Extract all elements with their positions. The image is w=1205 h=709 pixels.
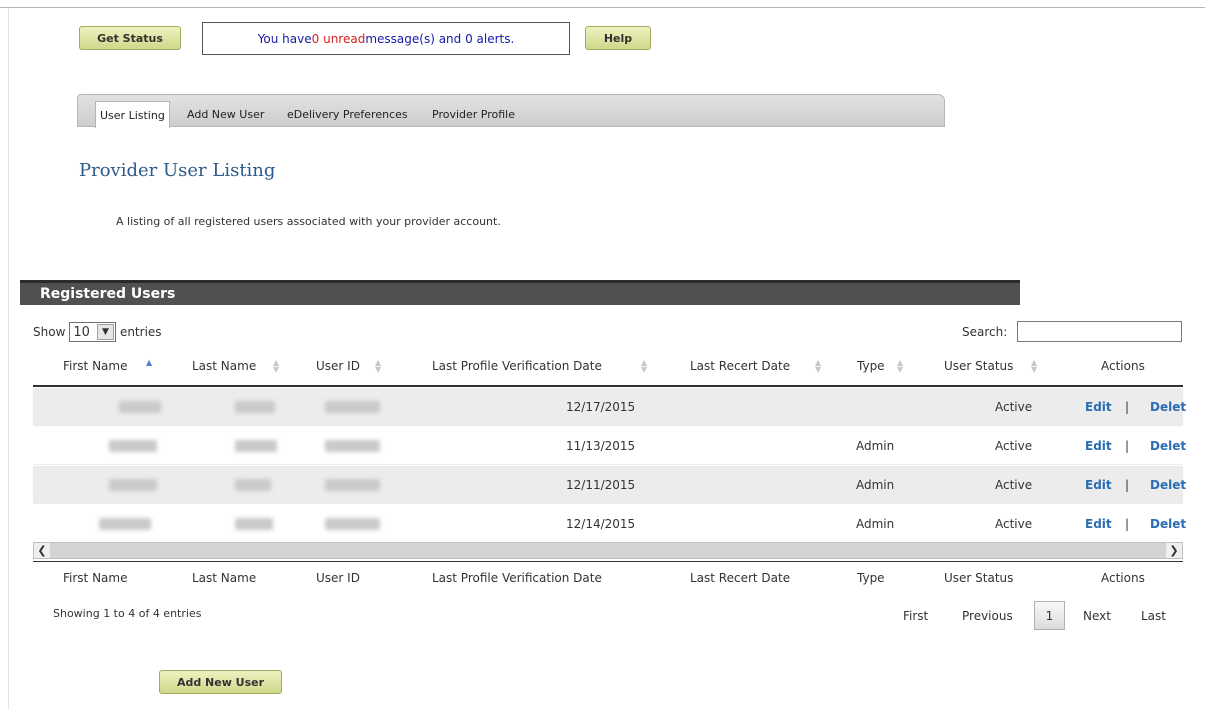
status-cell: Active xyxy=(995,517,1033,531)
verification-date-cell: 12/14/2015 xyxy=(566,517,636,531)
pagination-current-page[interactable]: 1 xyxy=(1034,601,1065,630)
sort-icon: ▲ ▼ xyxy=(273,358,280,374)
length-control: Show 10 ▼ entries xyxy=(33,322,162,342)
col-header-first-name[interactable]: First Name xyxy=(63,359,127,373)
verification-date-cell: 12/17/2015 xyxy=(566,400,636,414)
page-description: A listing of all registered users associ… xyxy=(116,215,501,228)
col-header-type[interactable]: Type xyxy=(857,359,885,373)
status-cell: Active xyxy=(995,439,1033,453)
pagination-first[interactable]: First xyxy=(903,609,928,623)
action-separator: | xyxy=(1125,478,1130,492)
page-title: Provider User Listing xyxy=(79,160,276,181)
verification-date-cell: 11/13/2015 xyxy=(566,439,636,453)
redacted-first-name xyxy=(119,401,161,413)
table-row[interactable]: 12/17/2015 Active Edit | Delet xyxy=(33,388,1186,426)
type-cell: Admin xyxy=(856,478,895,492)
get-status-button[interactable]: Get Status xyxy=(79,26,181,50)
message-box: You have 0 unread message(s) and 0 alert… xyxy=(202,22,570,55)
delete-link[interactable]: Delet xyxy=(1150,439,1186,453)
redacted-first-name xyxy=(99,518,151,530)
add-new-user-button[interactable]: Add New User xyxy=(159,670,282,694)
col-footer-first-name: First Name xyxy=(63,571,128,585)
col-footer-type: Type xyxy=(857,571,885,585)
col-header-actions: Actions xyxy=(1101,359,1145,373)
sort-asc-icon: ▲ xyxy=(146,358,153,367)
type-cell: Admin xyxy=(856,517,895,531)
col-footer-user-status: User Status xyxy=(944,571,1014,585)
redacted-first-name xyxy=(109,479,157,491)
tab-provider-profile[interactable]: Provider Profile xyxy=(428,101,519,128)
tab-user-listing[interactable]: User Listing xyxy=(95,101,170,128)
section-title: Registered Users xyxy=(40,286,176,302)
redacted-last-name xyxy=(235,518,273,530)
left-divider xyxy=(8,8,9,709)
redacted-last-name xyxy=(235,401,275,413)
col-header-user-status[interactable]: User Status xyxy=(944,359,1013,373)
pagination-last[interactable]: Last xyxy=(1141,609,1166,623)
footer-divider xyxy=(33,561,1183,562)
entries-select-value: 10 xyxy=(73,324,90,340)
col-footer-actions: Actions xyxy=(1101,571,1145,585)
delete-link[interactable]: Delet xyxy=(1150,517,1186,531)
col-header-verification-date[interactable]: Last Profile Verification Date xyxy=(432,359,602,373)
show-label: Show xyxy=(33,325,66,339)
table-row[interactable]: 11/13/2015 Admin Active Edit | Delet xyxy=(33,427,1186,465)
header-divider xyxy=(33,385,1183,387)
action-separator: | xyxy=(1125,517,1130,531)
col-footer-recert-date: Last Recert Date xyxy=(690,571,791,585)
top-divider xyxy=(0,7,1205,8)
status-cell: Active xyxy=(995,478,1033,492)
delete-link[interactable]: Delet xyxy=(1150,400,1186,414)
search-label: Search: xyxy=(962,325,1008,339)
col-footer-user-id: User ID xyxy=(316,571,360,585)
col-footer-last-name: Last Name xyxy=(192,571,257,585)
table-info: Showing 1 to 4 of 4 entries xyxy=(53,607,202,620)
tab-edelivery-preferences[interactable]: eDelivery Preferences xyxy=(283,101,412,128)
unread-count[interactable]: 0 unread xyxy=(312,32,366,46)
sort-icon: ▲ ▼ xyxy=(641,358,648,374)
search-input[interactable] xyxy=(1017,321,1182,342)
col-header-user-id[interactable]: User ID xyxy=(316,359,360,373)
table-row[interactable]: 12/14/2015 Admin Active Edit | Delet xyxy=(33,505,1186,543)
tab-bar: User Listing Add New User eDelivery Pref… xyxy=(77,94,945,128)
redacted-user-id xyxy=(325,440,380,452)
verification-date-cell: 12/11/2015 xyxy=(566,478,636,492)
type-cell: Admin xyxy=(856,439,895,453)
chevron-left-icon[interactable]: ❮ xyxy=(34,543,50,558)
chevron-right-icon[interactable]: ❯ xyxy=(1166,543,1182,558)
message-suffix: message(s) and 0 alerts. xyxy=(365,31,515,46)
action-separator: | xyxy=(1125,439,1130,453)
sort-icon: ▲ ▼ xyxy=(897,358,904,374)
col-header-recert-date[interactable]: Last Recert Date xyxy=(690,359,790,373)
redacted-last-name xyxy=(235,440,277,452)
horizontal-scrollbar[interactable]: ❮ ❯ xyxy=(33,542,1183,559)
entries-label: entries xyxy=(119,325,162,339)
sort-icon: ▲ ▼ xyxy=(815,358,822,374)
table-row[interactable]: 12/11/2015 Admin Active Edit | Delet xyxy=(33,466,1186,504)
edit-link[interactable]: Edit xyxy=(1085,400,1112,414)
entries-select[interactable]: 10 ▼ xyxy=(69,322,116,342)
sort-icon: ▲ ▼ xyxy=(1031,358,1038,374)
edit-link[interactable]: Edit xyxy=(1085,478,1112,492)
redacted-user-id xyxy=(325,479,380,491)
redacted-last-name xyxy=(235,479,271,491)
redacted-first-name xyxy=(109,440,157,452)
tab-add-new-user[interactable]: Add New User xyxy=(183,101,268,128)
redacted-user-id xyxy=(325,518,380,530)
section-header: Registered Users xyxy=(20,280,1020,305)
pagination-next[interactable]: Next xyxy=(1083,609,1111,623)
message-prefix: You have xyxy=(257,31,312,46)
col-header-last-name[interactable]: Last Name xyxy=(192,359,256,373)
edit-link[interactable]: Edit xyxy=(1085,517,1112,531)
action-separator: | xyxy=(1125,400,1130,414)
edit-link[interactable]: Edit xyxy=(1085,439,1112,453)
sort-icon: ▲ ▼ xyxy=(375,358,382,374)
redacted-user-id xyxy=(325,401,380,413)
help-button[interactable]: Help xyxy=(585,26,651,50)
pagination-previous[interactable]: Previous xyxy=(962,609,1013,623)
col-footer-verification-date: Last Profile Verification Date xyxy=(432,571,602,585)
delete-link[interactable]: Delet xyxy=(1150,478,1186,492)
chevron-down-icon: ▼ xyxy=(96,324,114,340)
status-cell: Active xyxy=(995,400,1033,414)
